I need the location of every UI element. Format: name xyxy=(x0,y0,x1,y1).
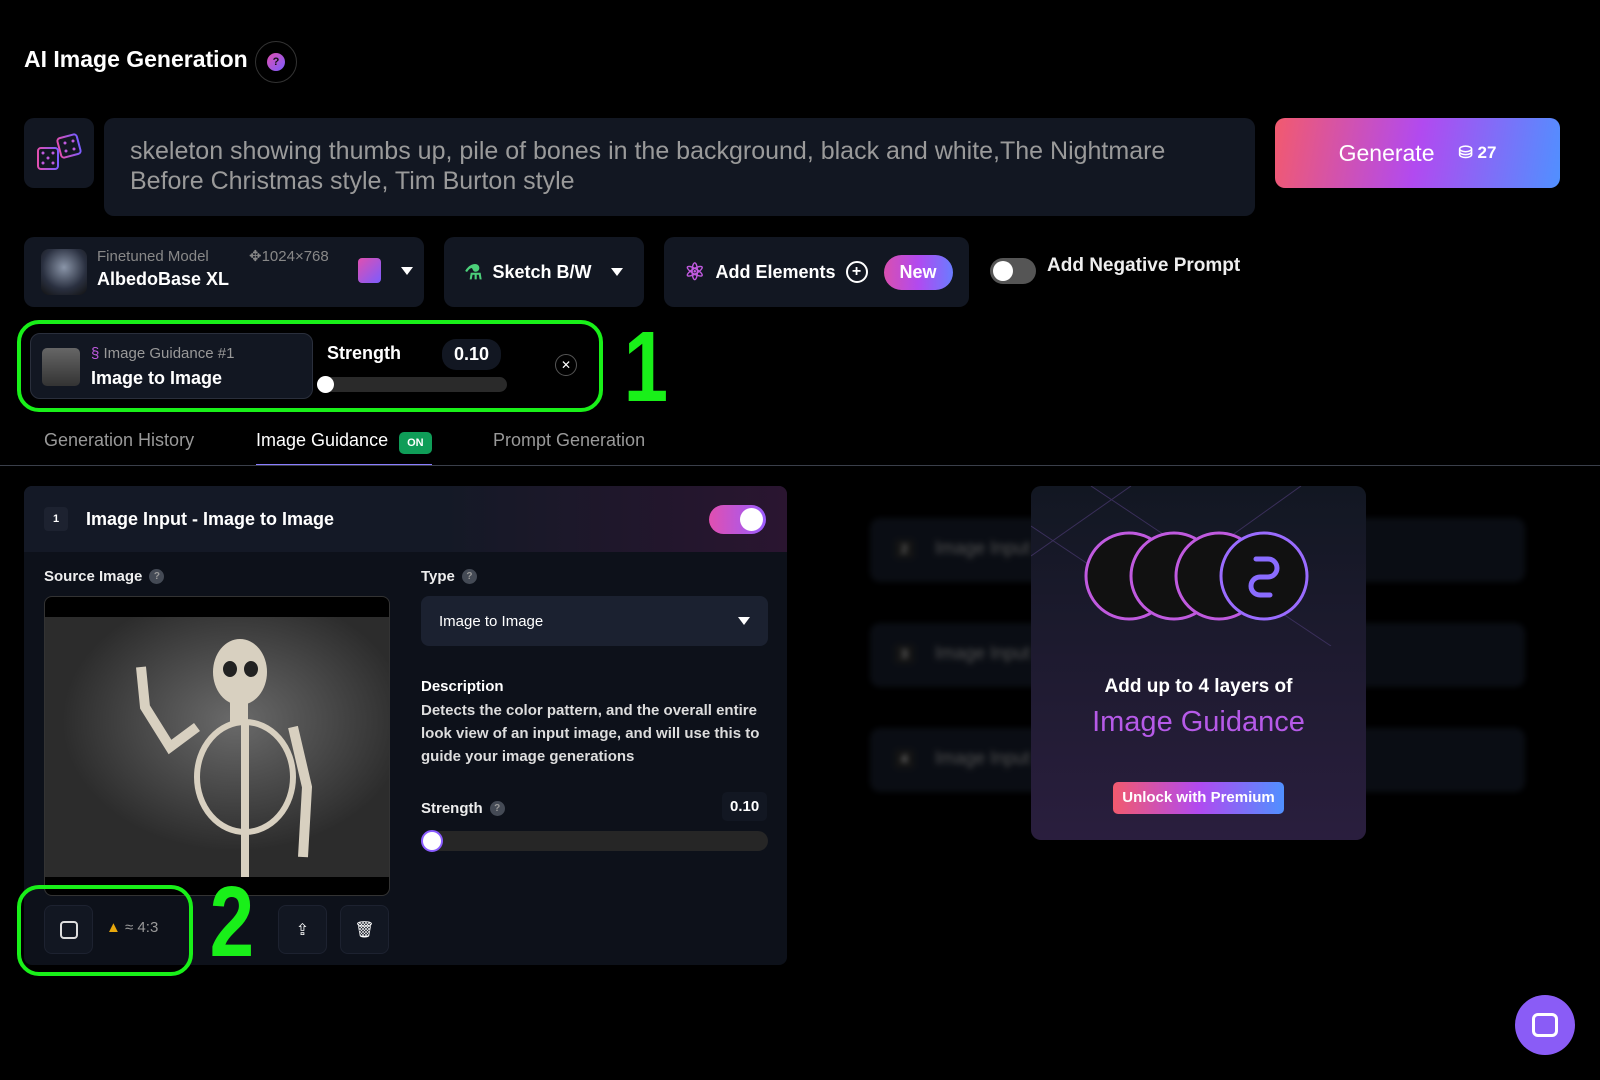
chevron-down-icon xyxy=(738,617,750,625)
guidance-thumbnail xyxy=(42,348,80,386)
row-index: 4 xyxy=(895,750,914,768)
tab-prompt-generation[interactable]: Prompt Generation xyxy=(493,430,645,451)
guidance-caption-text: Image Guidance #1 xyxy=(103,345,235,362)
coins-icon: ⛁ xyxy=(1458,143,1473,162)
generate-label: Generate xyxy=(1338,139,1435,166)
guidance-layers-icon xyxy=(1031,486,1332,646)
help-icon[interactable]: ? xyxy=(489,801,505,816)
guidance-chip[interactable]: § Image Guidance #1 Image to Image xyxy=(30,333,313,399)
chat-icon xyxy=(1532,1013,1558,1037)
credit-cost: 27 xyxy=(1477,143,1497,162)
question-icon: ? xyxy=(267,53,285,71)
tab-image-guidance[interactable]: Image Guidance ON xyxy=(256,430,432,466)
type-label-text: Type xyxy=(421,568,455,585)
type-value: Image to Image xyxy=(439,612,544,630)
annotation-box-2 xyxy=(17,885,193,976)
chevron-down-icon[interactable] xyxy=(401,267,413,275)
model-thumbnail xyxy=(41,249,87,295)
model-notes-icon[interactable] xyxy=(358,258,381,283)
tab-generation-history[interactable]: Generation History xyxy=(44,430,194,451)
add-elements-label: Add Elements xyxy=(715,261,836,282)
panel-index: 1 xyxy=(44,507,68,531)
chip-strength-slider[interactable] xyxy=(317,376,507,393)
atom-icon: ⚛ xyxy=(684,258,706,286)
guidance-icon: § xyxy=(91,345,100,362)
chat-support-button[interactable] xyxy=(1515,995,1575,1055)
potion-icon: ⚗ xyxy=(464,261,483,284)
premium-line1: Add up to 4 layers of xyxy=(1104,676,1293,697)
row-index: 3 xyxy=(895,645,914,663)
strength-label-text: Strength xyxy=(421,800,483,817)
strength-value: 0.10 xyxy=(722,792,768,821)
source-image[interactable] xyxy=(44,596,390,896)
trash-icon: 🗑 xyxy=(354,921,375,939)
premium-line2: Image Guidance xyxy=(1092,706,1305,738)
row-label: Image Input xyxy=(935,643,1031,663)
source-label-text: Source Image xyxy=(44,568,143,585)
guidance-caption: § Image Guidance #1 xyxy=(91,345,234,362)
plus-circle-icon: + xyxy=(845,261,868,283)
annotation-number-1: 1 xyxy=(623,311,669,423)
on-badge: ON xyxy=(399,432,432,454)
strength-label: Strength? xyxy=(421,800,505,817)
style-selector[interactable]: ⚗ Sketch B/W xyxy=(444,237,644,307)
add-elements-button[interactable]: ⚛ Add Elements + New xyxy=(664,237,969,307)
model-caption: Finetuned Model xyxy=(97,248,209,265)
help-icon[interactable]: ? xyxy=(149,569,165,584)
guidance-type: Image to Image xyxy=(91,368,223,388)
panel-enable-toggle[interactable] xyxy=(709,505,766,534)
delete-button[interactable]: 🗑 xyxy=(340,905,389,954)
upload-button[interactable]: ⇪ xyxy=(278,905,327,954)
help-icon[interactable]: ? xyxy=(461,569,477,584)
new-badge: New xyxy=(883,254,953,290)
type-label: Type? xyxy=(421,568,477,585)
resolution-value: 1024×768 xyxy=(261,248,329,265)
negative-prompt-toggle[interactable] xyxy=(990,258,1036,284)
row-label: Image Input xyxy=(935,748,1031,768)
move-icon: ✥ xyxy=(249,248,262,265)
description-label: Description xyxy=(421,678,504,695)
description-text: Detects the color pattern, and the overa… xyxy=(421,702,760,765)
tabs-divider xyxy=(0,465,1600,466)
negative-prompt-label: Add Negative Prompt xyxy=(1047,255,1241,276)
source-image-label: Source Image? xyxy=(44,568,165,585)
model-selector[interactable]: Finetuned Model ✥1024×768 AlbedoBase XL xyxy=(24,237,424,307)
model-name: AlbedoBase XL xyxy=(97,269,230,289)
row-label: Image Input xyxy=(935,538,1031,558)
chevron-down-icon xyxy=(611,268,624,276)
premium-card: Add up to 4 layers of Image Guidance Unl… xyxy=(1031,486,1366,840)
help-button[interactable]: ? xyxy=(255,41,297,83)
remove-guidance-button[interactable]: ✕ xyxy=(555,354,577,376)
strength-slider[interactable] xyxy=(421,830,768,852)
page-title: AI Image Generation xyxy=(24,46,248,72)
row-index: 2 xyxy=(895,540,914,558)
skeleton-image xyxy=(45,617,389,877)
style-label: Sketch B/W xyxy=(492,261,592,282)
generate-button[interactable]: Generate ⛁ 27 xyxy=(1275,118,1560,188)
chip-strength-value: 0.10 xyxy=(442,339,502,370)
slider-thumb[interactable] xyxy=(421,830,443,852)
share-icon: ⇪ xyxy=(295,921,310,939)
unlock-premium-button[interactable]: Unlock with Premium xyxy=(1113,782,1284,814)
panel-title: Image Input - Image to Image xyxy=(86,508,335,529)
prompt-input[interactable]: skeleton showing thumbs up, pile of bone… xyxy=(104,118,1255,216)
chip-strength-label: Strength xyxy=(327,343,401,363)
tab-label: Image Guidance xyxy=(256,430,389,450)
dice-icon xyxy=(37,133,82,170)
panel-header: 1 Image Input - Image to Image xyxy=(24,486,787,552)
random-prompt-button[interactable] xyxy=(24,118,94,188)
annotation-number-2: 2 xyxy=(209,866,255,978)
type-dropdown[interactable]: Image to Image xyxy=(421,596,768,646)
model-resolution: ✥1024×768 xyxy=(249,247,329,265)
